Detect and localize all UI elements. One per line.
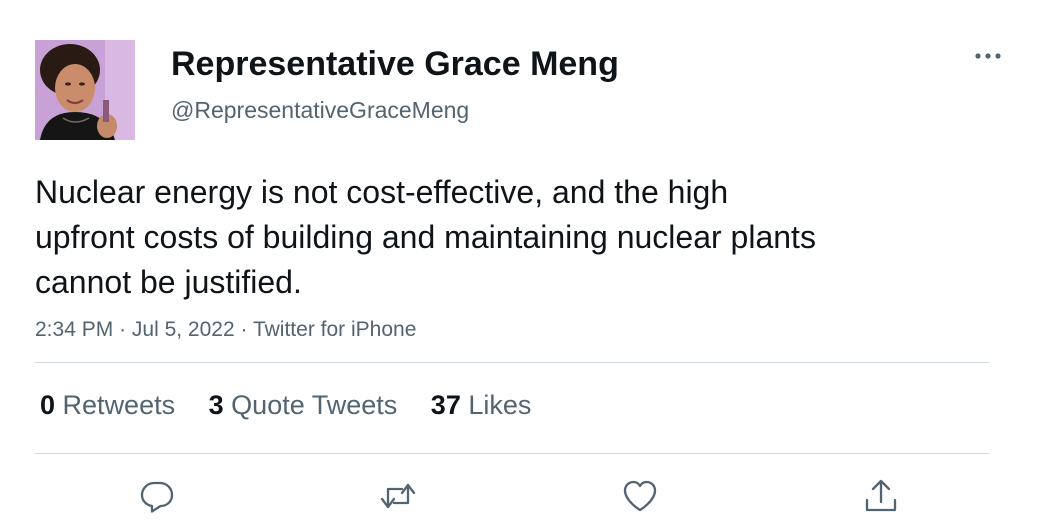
tweet: Representative Grace Meng @Representativ…: [0, 0, 1050, 525]
action-bar: [0, 470, 1050, 525]
like-button[interactable]: [620, 476, 660, 516]
tweet-text: Nuclear energy is not cost-effective, an…: [35, 174, 816, 300]
meta-separator: ·: [240, 318, 248, 341]
tweet-source[interactable]: Twitter for iPhone: [253, 318, 416, 341]
tweet-date[interactable]: Jul 5, 2022: [132, 318, 235, 341]
likes-stat[interactable]: 37 Likes: [431, 388, 532, 422]
reply-icon: [140, 481, 174, 513]
avatar-photo: [35, 40, 135, 140]
tweet-time[interactable]: 2:34 PM: [35, 318, 113, 341]
author-display-name[interactable]: Representative Grace Meng: [171, 44, 619, 84]
likes-count: 37: [430, 390, 461, 420]
more-horizontal-icon: [975, 53, 1001, 59]
author-handle[interactable]: @RepresentativeGraceMeng: [171, 96, 469, 124]
divider: [35, 362, 989, 363]
retweet-button[interactable]: [378, 476, 418, 516]
retweets-stat[interactable]: 0 Retweets: [40, 388, 175, 422]
meta-separator: ·: [119, 318, 127, 341]
more-options-button[interactable]: [970, 44, 1006, 68]
tweet-meta: 2:34 PM · Jul 5, 2022 · Twitter for iPho…: [35, 316, 416, 344]
divider: [35, 453, 989, 454]
retweets-label: Retweets: [62, 390, 176, 420]
quote-tweets-count: 3: [208, 390, 224, 420]
retweets-count: 0: [40, 390, 56, 420]
tweet-stats: 0 Retweets 3 Quote Tweets 37 Likes: [40, 388, 557, 422]
likes-label: Likes: [468, 390, 532, 420]
share-icon: [865, 479, 897, 512]
reply-button[interactable]: [137, 476, 177, 516]
avatar[interactable]: [35, 40, 135, 140]
retweet-icon: [380, 483, 416, 509]
heart-icon: [623, 480, 657, 512]
share-button[interactable]: [861, 476, 901, 516]
quote-tweets-label: Quote Tweets: [231, 390, 398, 420]
quote-tweets-stat[interactable]: 3 Quote Tweets: [209, 388, 398, 422]
